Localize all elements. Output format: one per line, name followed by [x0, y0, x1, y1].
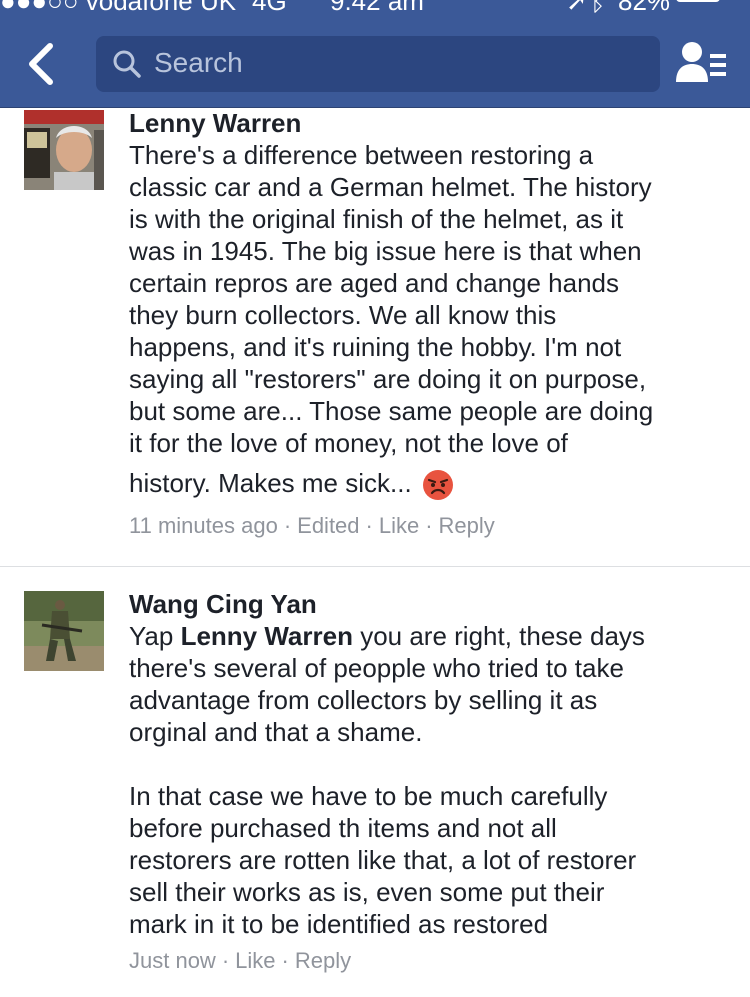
- search-input[interactable]: Search: [96, 36, 660, 92]
- like-link[interactable]: Like: [235, 948, 275, 973]
- edited-link[interactable]: Edited: [297, 513, 359, 538]
- comment-line: mark in it to be identified as restored: [129, 909, 549, 939]
- comment-line: history. Makes me sick...: [129, 468, 412, 498]
- comment-line: classic car and a German helmet. The his…: [129, 172, 652, 202]
- friends-list-icon: [676, 42, 726, 82]
- friends-list-button[interactable]: [676, 40, 728, 86]
- comment-author[interactable]: Lenny Warren: [129, 108, 301, 139]
- comment-last-line: history. Makes me sick...: [129, 467, 653, 501]
- like-link[interactable]: Like: [379, 513, 419, 538]
- comment-timestamp: 11 minutes ago: [129, 513, 278, 538]
- angry-face-icon: [422, 470, 453, 501]
- comment-line: restorers are rotten like that, a lot of…: [129, 845, 637, 875]
- comment-line: there's several of peopple who tried to …: [129, 653, 624, 683]
- comment-author[interactable]: Wang Cing Yan: [129, 589, 317, 620]
- comment-line: certain repros are aged and change hands: [129, 268, 620, 298]
- comment-line: orginal and that a shame.: [129, 717, 423, 747]
- status-bar: ●●●○○ vodafone UK 4G 9:42 am ➚ ᛒ 82%: [0, 0, 750, 16]
- battery-percent: 82%: [618, 0, 671, 16]
- chevron-left-icon: [29, 43, 53, 85]
- time-label: 9:42 am: [330, 0, 424, 16]
- avatar-photo: [24, 110, 104, 190]
- avatar-lenny-warren[interactable]: [24, 110, 104, 190]
- comment-meta: 11 minutes ago · Edited · Like · Reply: [129, 513, 495, 538]
- battery-icon: [676, 0, 720, 2]
- avatar-photo: [24, 591, 104, 671]
- comment-line: was in 1945. The big issue here is that …: [129, 236, 642, 266]
- comment-timestamp: Just now: [129, 948, 216, 973]
- reply-link[interactable]: Reply: [295, 948, 351, 973]
- search-placeholder: Search: [154, 47, 243, 78]
- comment-line: but some are... Those same people are do…: [129, 396, 654, 426]
- reply-link[interactable]: Reply: [439, 513, 495, 538]
- comment-line: is with the original finish of the helme…: [129, 204, 624, 234]
- comment-line: saying all "restorers" are doing it on p…: [129, 364, 647, 394]
- comment-body-0: There's a difference between restoring a…: [129, 139, 653, 501]
- comment-blank-line: [129, 748, 645, 780]
- comment-line: before purchased th items and not all: [129, 813, 557, 843]
- carrier-label: ●●●○○ vodafone UK: [0, 0, 237, 16]
- search-icon: [113, 50, 141, 78]
- comment-body-1: Yap Lenny Warren you are right, these da…: [129, 620, 645, 940]
- comment-line: they burn collectors. We all know this: [129, 300, 557, 330]
- back-button[interactable]: [20, 40, 66, 88]
- network-label: 4G: [252, 0, 287, 16]
- comment-text: Yap: [129, 621, 181, 651]
- comment-meta: Just now · Like · Reply: [129, 948, 352, 973]
- comment-line: sell their works as is, even some put th…: [129, 877, 605, 907]
- comment-line: advantage from collectors by selling it …: [129, 685, 598, 715]
- top-nav-bar: ●●●○○ vodafone UK 4G 9:42 am ➚ ᛒ 82% Sea…: [0, 0, 750, 108]
- comment-first-line: Yap Lenny Warren you are right, these da…: [129, 620, 645, 652]
- comment-line: it for the love of money, not the love o…: [129, 428, 568, 458]
- location-icon: ➚: [566, 0, 588, 16]
- avatar-wang-cing-yan[interactable]: [24, 591, 104, 671]
- comment-line: happens, and it's ruining the hobby. I'm…: [129, 332, 622, 362]
- comment-line: In that case we have to be much carefull…: [129, 781, 608, 811]
- comment-divider: [0, 566, 750, 567]
- comment-text: you are right, these days: [352, 621, 645, 651]
- bluetooth-icon: ᛒ: [590, 0, 606, 16]
- comment-line: There's a difference between restoring a: [129, 140, 594, 170]
- mention-link[interactable]: Lenny Warren: [181, 621, 353, 651]
